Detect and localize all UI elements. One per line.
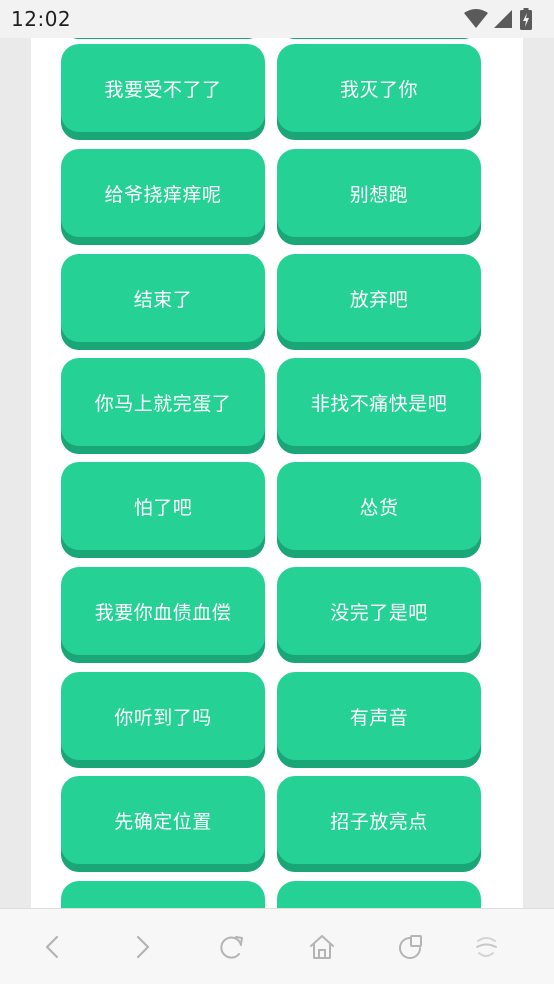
sound-button[interactable]: 给爷挠痒痒呢: [61, 149, 265, 245]
back-icon: [45, 935, 59, 959]
sound-button[interactable]: 放弃吧: [277, 254, 481, 350]
back-button[interactable]: [31, 925, 75, 969]
home-button[interactable]: [300, 925, 344, 969]
status-time: 12:02: [11, 7, 72, 31]
sound-button[interactable]: 我要你血债血偿: [61, 567, 265, 663]
sound-button[interactable]: 先确定位置: [61, 776, 265, 872]
sound-button[interactable]: 有声音: [277, 672, 481, 768]
battery-icon: [520, 8, 532, 30]
sound-button[interactable]: 结束了: [61, 254, 265, 350]
forward-icon: [136, 935, 150, 959]
tabs-button[interactable]: [389, 925, 433, 969]
status-icons: [464, 8, 544, 30]
refresh-button[interactable]: [210, 925, 254, 969]
sound-button[interactable]: 我灭了你: [277, 44, 481, 140]
sound-button[interactable]: 你马上就完蛋了: [61, 358, 265, 454]
sound-button[interactable]: [61, 38, 265, 39]
refresh-icon: [220, 936, 243, 959]
signal-icon: [494, 10, 512, 28]
sound-button[interactable]: 怕了吧: [61, 462, 265, 558]
sound-button[interactable]: 你听到了吗: [61, 672, 265, 768]
wifi-icon: [464, 9, 488, 28]
status-bar: 12:02: [0, 0, 554, 38]
sound-button[interactable]: 非找不痛快是吧: [277, 358, 481, 454]
tabs-icon: [399, 935, 422, 959]
sound-button[interactable]: 我要受不了了: [61, 44, 265, 140]
menu-button[interactable]: [464, 925, 508, 969]
sound-button[interactable]: 怂货: [277, 462, 481, 558]
sound-button[interactable]: 招子放亮点: [277, 776, 481, 872]
sound-button[interactable]: 没完了是吧: [277, 567, 481, 663]
menu-icon: [476, 937, 497, 957]
content-card: 我要受不了了 我灭了你 给爷挠痒痒呢 别想跑 结束了 放弃吧 你马上就完蛋了 非…: [31, 38, 523, 908]
forward-button[interactable]: [120, 925, 164, 969]
sound-button[interactable]: 别想跑: [277, 149, 481, 245]
browser-nav-bar: [0, 908, 554, 984]
sound-button[interactable]: [61, 881, 265, 908]
sound-button[interactable]: [277, 881, 481, 908]
sound-button[interactable]: [277, 38, 481, 39]
home-icon: [310, 935, 334, 959]
